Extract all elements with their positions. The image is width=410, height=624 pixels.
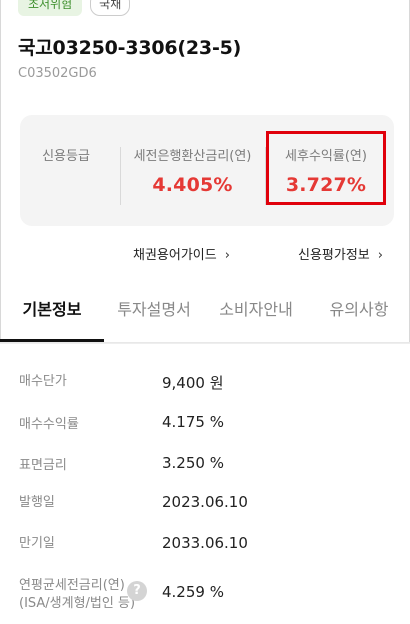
bond-type-tag: 국채 [90, 0, 131, 16]
bond-code: C03502GD6 [18, 66, 97, 81]
credit-rating-col: 신용등급 [20, 115, 112, 226]
row-value: 4.259 % [162, 583, 224, 601]
bond-name: 국고03250-3306(23-5) [18, 37, 242, 59]
row-value: 4.175 % [162, 413, 224, 431]
row-label: 연평균세전금리(연) [19, 578, 125, 593]
row-value: 2033.06.10 [162, 534, 248, 552]
row-label: 매수단가 [19, 374, 67, 389]
row-label: 매수수익률 [19, 417, 79, 432]
chevron-right-icon: › [377, 248, 383, 263]
row-sublabel: (ISA/생계형/법인 등) [19, 596, 136, 611]
question-circle-icon[interactable]: ? [127, 581, 147, 601]
chevron-right-icon: › [224, 248, 230, 263]
tab-bar: 기본정보 투자설명서 소비자안내 유의사항 [0, 288, 410, 343]
glossary-link[interactable]: 채권용어가이드 › [133, 244, 230, 263]
tab-consumer-guide[interactable]: 소비자안내 [204, 288, 308, 342]
pretax-rate-value: 4.405% [152, 174, 233, 196]
rating-info-link-label: 신용평가정보 [298, 248, 370, 263]
tab-prospectus[interactable]: 투자설명서 [104, 288, 204, 342]
row-value: 9,400 원 [162, 374, 224, 392]
rating-info-link[interactable]: 신용평가정보 › [298, 244, 383, 263]
tab-basic-info[interactable]: 기본정보 [0, 288, 104, 342]
bond-tags: 초저위험 국채 [18, 0, 131, 16]
row-value: 2023.06.10 [162, 493, 248, 511]
rate-summary-card: 신용등급 세전은행환산금리(연) 4.405% 세후수익률(연) 3.727% [20, 115, 394, 226]
active-tab-indicator [0, 339, 104, 342]
row-label: 발행일 [19, 495, 55, 510]
glossary-link-label: 채권용어가이드 [133, 248, 217, 263]
credit-rating-label: 신용등급 [42, 149, 90, 164]
row-value: 3.250 % [162, 454, 224, 472]
highlight-box [266, 131, 386, 205]
row-label: 만기일 [19, 536, 55, 551]
pretax-rate-label: 세전은행환산금리(연) [133, 149, 252, 164]
tab-precautions[interactable]: 유의사항 [308, 288, 410, 342]
basic-info-panel: 매수단가 9,400 원 매수수익률 4.175 % 표면금리 3.250 % … [0, 343, 410, 624]
pretax-rate-col: 세전은행환산금리(연) 4.405% [121, 115, 264, 226]
row-label: 표면금리 [19, 458, 67, 473]
risk-tag: 초저위험 [18, 0, 83, 16]
